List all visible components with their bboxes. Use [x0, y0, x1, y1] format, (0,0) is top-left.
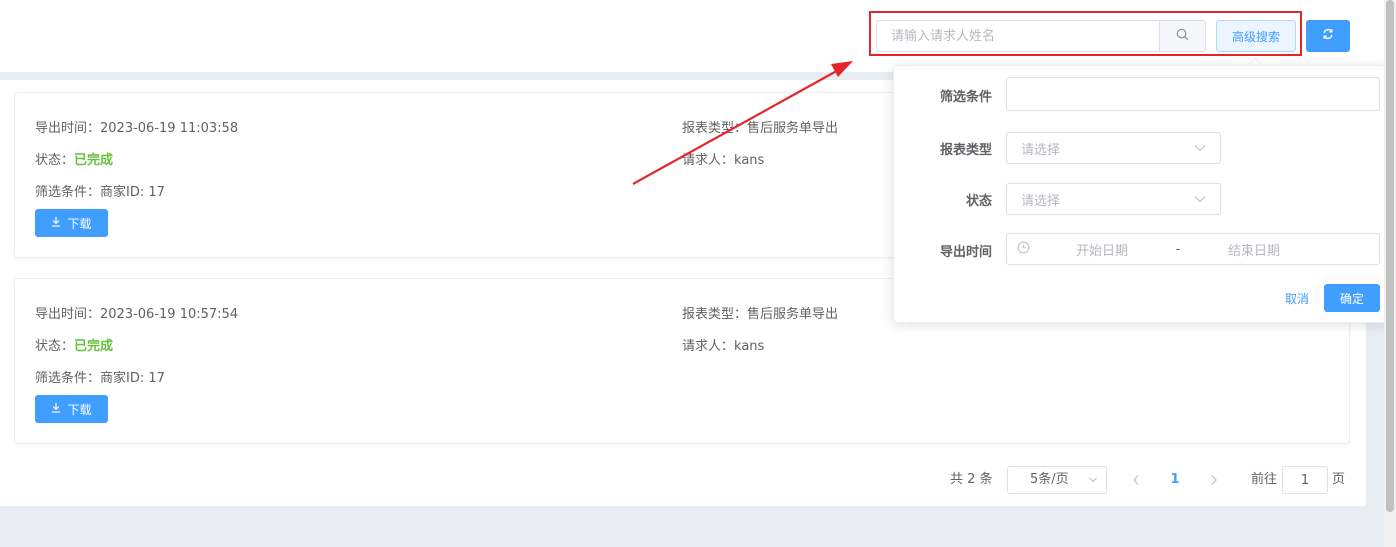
export-date-range-picker[interactable]: 开始日期 - 结束日期: [1006, 233, 1380, 265]
requester-row: 请求人：kans: [682, 149, 764, 168]
status-row: 状态：已完成: [35, 335, 113, 354]
requester-row: 请求人：kans: [682, 335, 764, 354]
filter-value: 商家ID: 17: [100, 371, 165, 386]
prev-page-button[interactable]: [1126, 466, 1146, 494]
status-placeholder: 请选择: [1021, 193, 1061, 209]
end-date-placeholder[interactable]: 结束日期: [1190, 240, 1318, 259]
export-time-label: 导出时间：: [35, 307, 101, 322]
status-badge: 已完成: [74, 153, 114, 168]
scrollbar-thumb[interactable]: [1386, 0, 1394, 512]
chevron-down-icon: [1088, 467, 1098, 503]
download-icon: [51, 216, 61, 230]
download-icon: [51, 402, 61, 416]
date-range-separator: -: [1175, 241, 1181, 257]
export-time-label: 导出时间：: [35, 121, 101, 136]
filter-row: 筛选条件：商家ID: 17: [35, 367, 165, 386]
report-type-filter-label: 报表类型: [939, 143, 992, 158]
requester-label: 请求人：: [682, 339, 735, 354]
export-time-value: 2023-06-19 10:57:54: [100, 307, 239, 322]
status-row: 状态：已完成: [35, 149, 113, 168]
clock-icon: [1017, 241, 1030, 258]
page-number-1[interactable]: 1: [1164, 466, 1186, 494]
report-type-row: 报表类型：售后服务单导出: [682, 117, 838, 136]
chevron-right-icon: [1210, 475, 1218, 498]
report-type-label: 报表类型：: [682, 121, 748, 136]
filter-condition-input[interactable]: [1006, 77, 1380, 111]
report-type-label: 报表类型：: [682, 307, 748, 322]
start-date-placeholder[interactable]: 开始日期: [1038, 240, 1166, 259]
goto-label: 前往: [1251, 472, 1278, 487]
filter-value: 商家ID: 17: [100, 185, 165, 200]
download-label: 下载: [67, 402, 92, 417]
filter-label: 筛选条件：: [35, 371, 101, 386]
status-label: 状态：: [35, 153, 75, 168]
chevron-down-icon: [1194, 192, 1206, 207]
report-type-select[interactable]: 请选择: [1006, 132, 1221, 164]
page-size-select[interactable]: 5条/页: [1007, 466, 1107, 494]
status-badge: 已完成: [74, 339, 114, 354]
chevron-down-icon: [1194, 141, 1206, 156]
search-icon: [1176, 28, 1189, 45]
advanced-search-button[interactable]: 高级搜索: [1216, 20, 1296, 52]
status-select[interactable]: 请选择: [1006, 183, 1221, 215]
confirm-button[interactable]: 确定: [1324, 284, 1380, 312]
pagination-total: 共 2 条: [950, 472, 993, 487]
next-page-button[interactable]: [1204, 466, 1224, 494]
report-type-row: 报表类型：售后服务单导出: [682, 303, 838, 322]
advanced-search-popover: 筛选条件 报表类型 请选择 状态 请选择 导出时间 开始日期 - 结束日期 取消…: [893, 65, 1391, 323]
filter-row: 筛选条件：商家ID: 17: [35, 181, 165, 200]
filter-label: 筛选条件：: [35, 185, 101, 200]
export-time-row: 导出时间：2023-06-19 11:03:58: [35, 117, 238, 136]
goto-page-input[interactable]: [1282, 466, 1328, 494]
refresh-button[interactable]: [1306, 20, 1350, 52]
export-time-row: 导出时间：2023-06-19 10:57:54: [35, 303, 238, 322]
top-toolbar: 高级搜索: [0, 0, 1384, 72]
requester-value: kans: [734, 153, 765, 168]
page-size-value: 5条/页: [1030, 472, 1069, 487]
export-time-value: 2023-06-19 11:03:58: [100, 121, 239, 136]
report-type-placeholder: 请选择: [1021, 142, 1061, 158]
filter-condition-label: 筛选条件: [939, 90, 992, 105]
download-label: 下载: [67, 216, 92, 231]
report-type-value: 售后服务单导出: [747, 307, 839, 322]
chevron-left-icon: [1132, 475, 1140, 498]
report-type-value: 售后服务单导出: [747, 121, 839, 136]
requester-search-input[interactable]: [876, 20, 1160, 52]
requester-value: kans: [734, 339, 765, 354]
requester-label: 请求人：: [682, 153, 735, 168]
cancel-button[interactable]: 取消: [1285, 290, 1309, 307]
status-label: 状态：: [35, 339, 75, 354]
search-button[interactable]: [1159, 20, 1206, 52]
export-time-filter-label: 导出时间: [939, 245, 992, 260]
download-button[interactable]: 下载: [35, 209, 108, 237]
status-filter-label: 状态: [965, 194, 992, 209]
page-unit-label: 页: [1332, 472, 1346, 487]
download-button[interactable]: 下载: [35, 395, 108, 423]
refresh-icon: [1322, 28, 1334, 44]
